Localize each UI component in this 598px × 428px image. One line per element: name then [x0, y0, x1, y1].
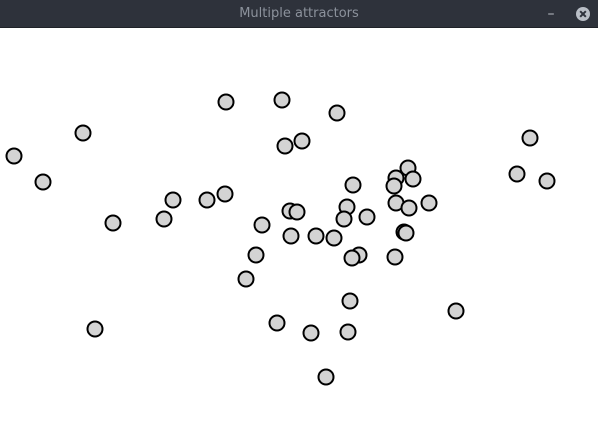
- particle: [293, 132, 311, 150]
- particle: [74, 124, 92, 142]
- particle: [317, 368, 335, 386]
- particle: [400, 199, 418, 217]
- particle: [397, 224, 415, 242]
- sketch-canvas[interactable]: [0, 28, 598, 428]
- particle: [164, 191, 182, 209]
- particle: [282, 227, 300, 245]
- particle: [325, 229, 343, 247]
- particle: [198, 191, 216, 209]
- particle: [302, 324, 320, 342]
- particle: [34, 173, 52, 191]
- particle-field: [5, 91, 556, 386]
- particle: [268, 314, 286, 332]
- particle: [86, 320, 104, 338]
- particle: [420, 194, 438, 212]
- particle: [307, 227, 325, 245]
- particle: [328, 104, 346, 122]
- particle: [339, 323, 357, 341]
- window-title: Multiple attractors: [239, 6, 359, 21]
- particle: [385, 177, 403, 195]
- particle: [386, 248, 404, 266]
- particle: [104, 214, 122, 232]
- particle: [343, 249, 361, 267]
- particle: [155, 210, 173, 228]
- close-icon[interactable]: [576, 7, 590, 21]
- particle: [5, 147, 23, 165]
- particle: [247, 246, 265, 264]
- particle: [447, 302, 465, 320]
- particle: [273, 91, 291, 109]
- particle: [508, 165, 526, 183]
- particle: [237, 270, 255, 288]
- particle: [216, 185, 234, 203]
- particle: [253, 216, 271, 234]
- app-window: Multiple attractors –: [0, 0, 598, 428]
- particle: [404, 170, 422, 188]
- particle: [288, 203, 306, 221]
- particle: [217, 93, 235, 111]
- particle: [341, 292, 359, 310]
- particle: [335, 210, 353, 228]
- particle: [521, 129, 539, 147]
- particle: [344, 176, 362, 194]
- particle: [276, 137, 294, 155]
- particle: [358, 208, 376, 226]
- particle: [538, 172, 556, 190]
- title-bar[interactable]: Multiple attractors –: [0, 0, 598, 28]
- minimize-button[interactable]: –: [543, 6, 559, 22]
